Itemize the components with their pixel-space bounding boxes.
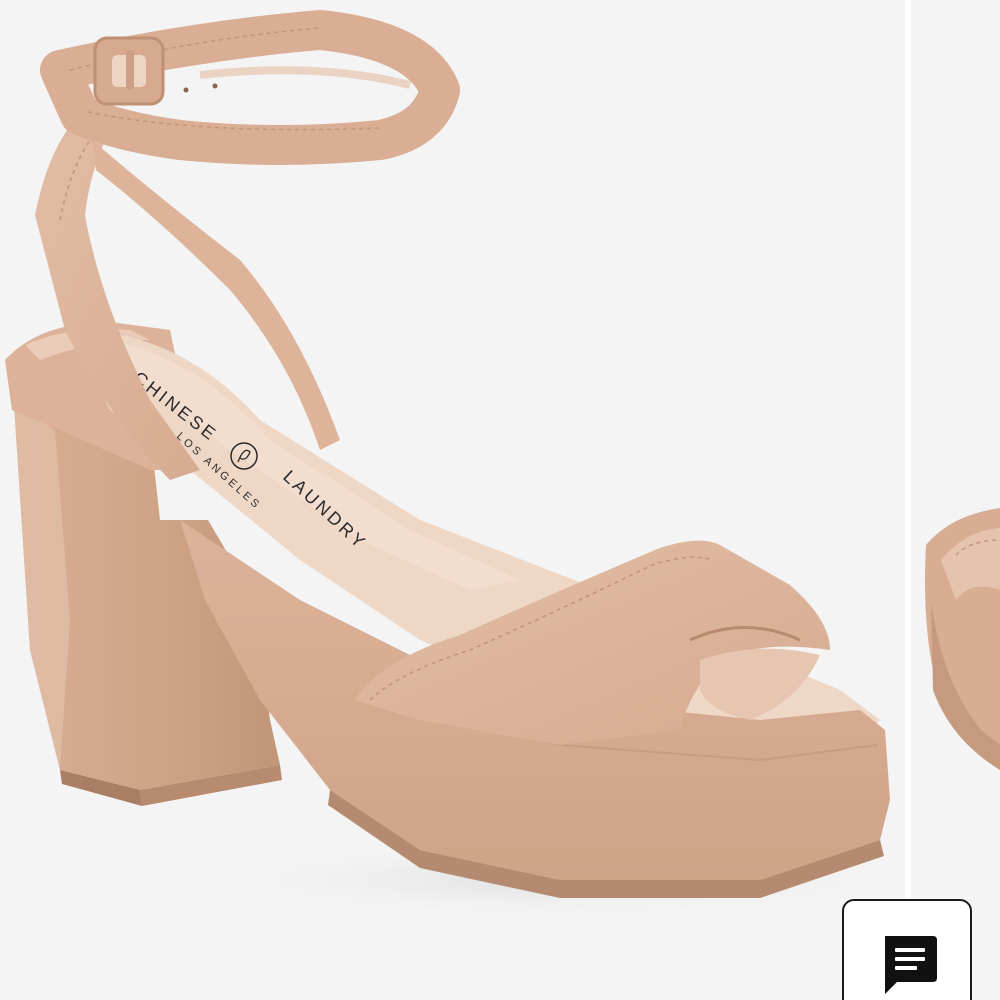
sandal-illustration: CHINESE LAUNDRY LOS ANGELES <box>5 10 905 920</box>
product-image-main[interactable]: CHINESE LAUNDRY LOS ANGELES <box>0 0 905 1000</box>
product-image-next-peek[interactable] <box>911 0 1000 1000</box>
next-sandal-illustration <box>925 508 1000 770</box>
chat-button[interactable] <box>842 899 972 1000</box>
product-image-viewer: CHINESE LAUNDRY LOS ANGELES <box>0 0 1000 1000</box>
chat-message-icon <box>885 936 937 994</box>
